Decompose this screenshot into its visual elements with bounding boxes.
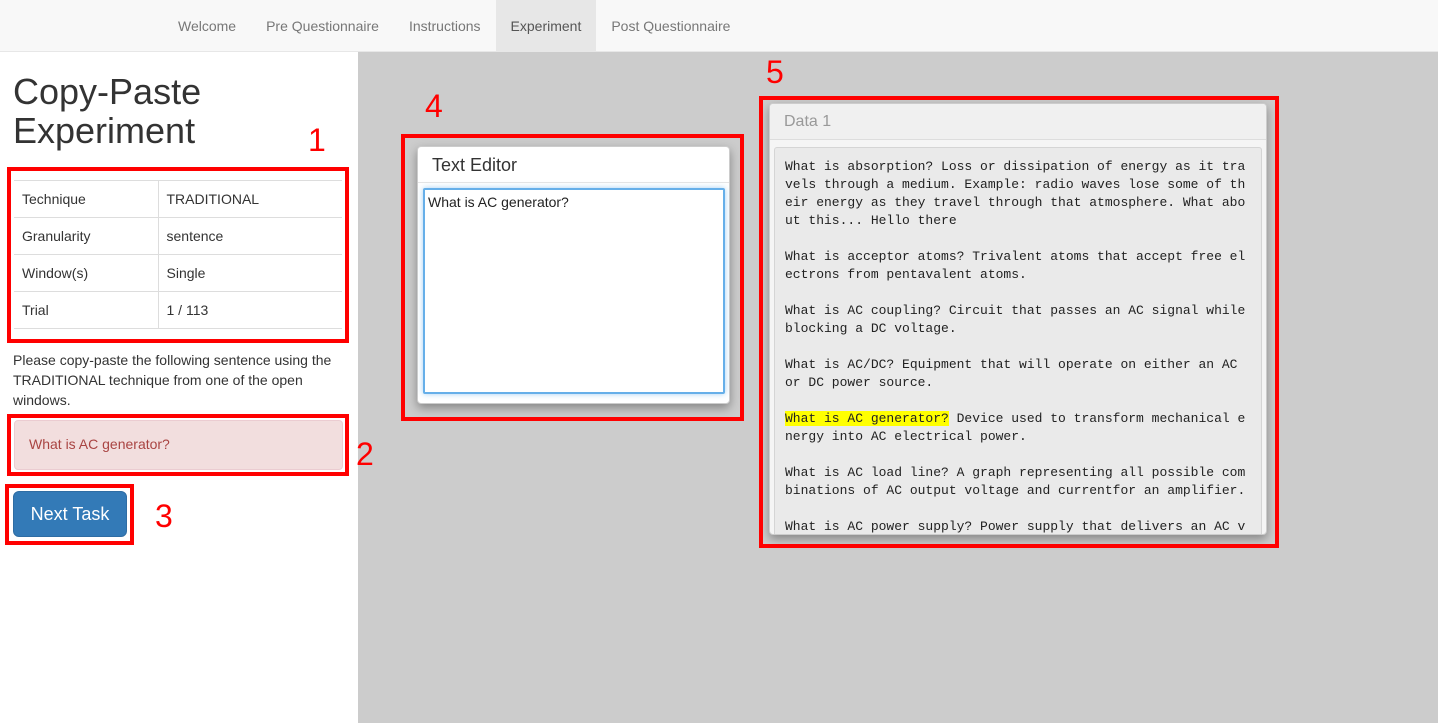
annotation-box-1 [7,167,349,343]
annotation-number-2: 2 [356,436,374,472]
annotation-box-5 [759,96,1279,548]
annotation-box-3 [5,484,134,545]
annotation-number-5: 5 [766,54,784,90]
annotation-number-4: 4 [425,88,443,124]
annotation-number-1: 1 [308,122,326,158]
tab-pre-questionnaire[interactable]: Pre Questionnaire [251,0,394,51]
tab-post-questionnaire[interactable]: Post Questionnaire [596,0,745,51]
top-navbar: Welcome Pre Questionnaire Instructions E… [0,0,1438,52]
annotation-box-4 [401,134,744,421]
task-instructions: Please copy-paste the following sentence… [13,352,332,408]
tab-welcome[interactable]: Welcome [163,0,251,51]
page-title: Copy-Paste Experiment [13,71,202,151]
tab-experiment[interactable]: Experiment [495,0,597,51]
annotation-number-3: 3 [155,498,173,534]
annotation-box-2 [7,414,349,476]
tab-instructions[interactable]: Instructions [394,0,496,51]
left-panel: Copy-Paste Experiment Technique TRADITIO… [0,52,358,723]
nav-tabs: Welcome Pre Questionnaire Instructions E… [163,0,745,51]
